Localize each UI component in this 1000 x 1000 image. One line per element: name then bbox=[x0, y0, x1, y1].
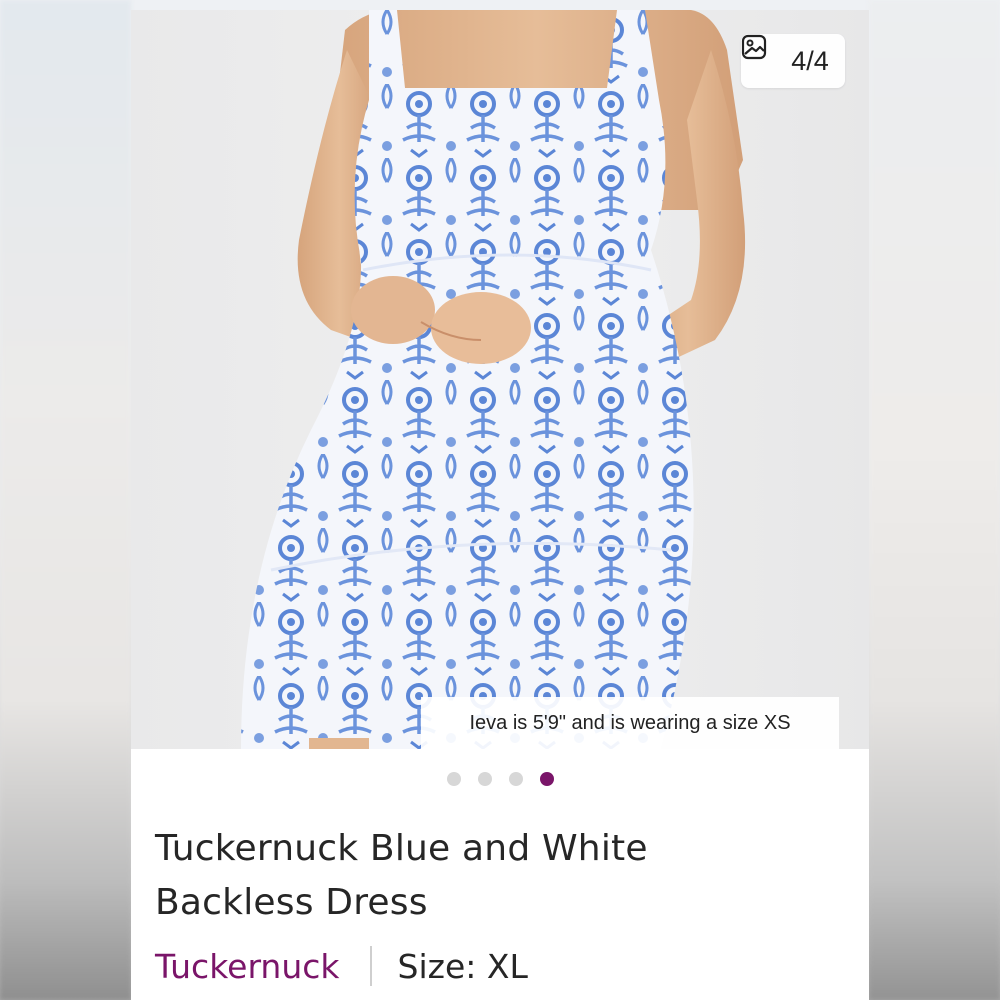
carousel-dot[interactable] bbox=[477, 772, 492, 786]
product-illustration bbox=[241, 10, 746, 749]
carousel-dot[interactable] bbox=[446, 772, 461, 786]
product-photo[interactable]: 4/4 Ieva is 5'9" and is wearing a size X… bbox=[131, 10, 869, 749]
size-label: Size: XL bbox=[397, 946, 528, 986]
carousel-dot-active[interactable] bbox=[539, 772, 554, 786]
model-caption: Ieva is 5'9" and is wearing a size XS bbox=[421, 697, 839, 749]
image-counter-badge: 4/4 bbox=[741, 34, 845, 88]
listing-title: Tuckernuck Blue and White Backless Dress bbox=[155, 822, 845, 930]
listing-title-line2: Backless Dress bbox=[155, 882, 428, 923]
image-icon bbox=[741, 34, 783, 74]
carousel-dot[interactable] bbox=[508, 772, 523, 786]
listing-meta: Tuckernuck Size: XL bbox=[155, 942, 528, 990]
listing-title-line1: Tuckernuck Blue and White bbox=[155, 828, 648, 869]
meta-divider bbox=[369, 946, 372, 986]
listing-card: 4/4 Ieva is 5'9" and is wearing a size X… bbox=[131, 10, 869, 1000]
blurred-background-left bbox=[0, 0, 131, 1000]
carousel-indicator bbox=[131, 772, 869, 786]
image-counter: 4/4 bbox=[791, 45, 829, 76]
blurred-background-right bbox=[869, 0, 1000, 1000]
brand-link[interactable]: Tuckernuck bbox=[155, 947, 340, 986]
